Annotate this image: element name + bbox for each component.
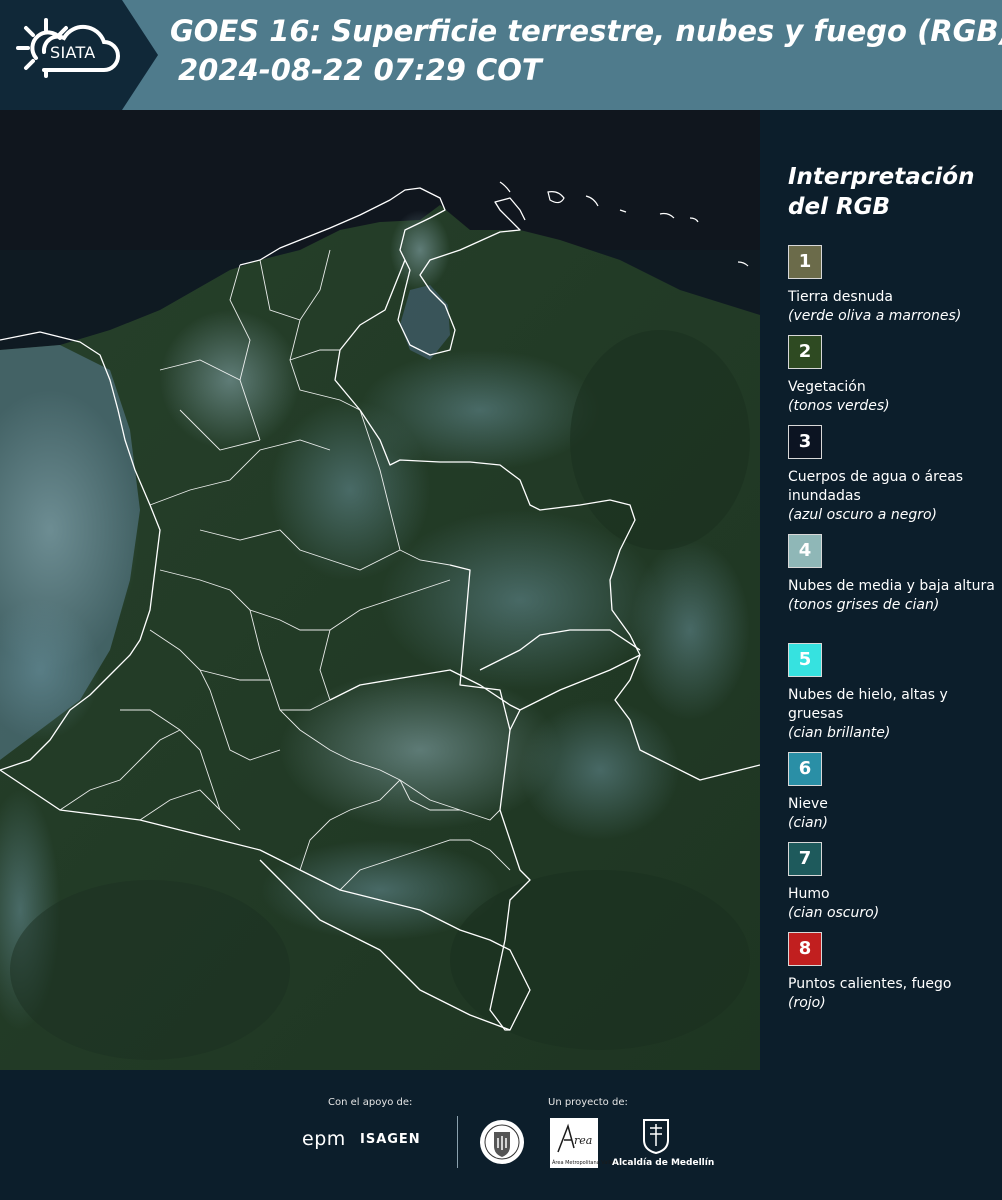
legend-swatch-6: 6	[788, 752, 822, 786]
legend-label-4: Nubes de media y baja altura	[788, 578, 995, 594]
legend-swatch-3: 3	[788, 425, 822, 459]
medellin-seal-icon[interactable]	[478, 1118, 526, 1166]
alcaldia-shield-icon[interactable]	[642, 1118, 670, 1154]
legend-desc-4: (tonos grises de cian)	[788, 597, 940, 613]
legend-desc-5: (cian brillante)	[788, 725, 891, 741]
legend-desc-8: (rojo)	[788, 995, 826, 1011]
legend-label-2: Vegetación	[788, 379, 866, 395]
legend-title-line2: del RGB	[788, 194, 891, 220]
legend-desc-6: (cian)	[788, 815, 828, 831]
project-label: Un proyecto de:	[548, 1097, 628, 1108]
footer-divider	[457, 1116, 458, 1168]
epm-logo[interactable]: epm	[302, 1128, 346, 1150]
satellite-image	[0, 110, 760, 1070]
page-title: GOES 16: Superficie terrestre, nubes y f…	[170, 14, 1002, 48]
legend-item-7: 7 Humo (cian oscuro)	[788, 842, 998, 923]
support-label: Con el apoyo de:	[328, 1097, 413, 1108]
legend-swatch-7: 7	[788, 842, 822, 876]
page-timestamp: 2024-08-22 07:29 COT	[178, 53, 542, 87]
legend-title: Interpretación del RGB	[788, 162, 974, 222]
legend-item-2: 2 Vegetación (tonos verdes)	[788, 335, 998, 416]
isagen-logo[interactable]: ISAGEN	[360, 1132, 421, 1147]
legend-desc-7: (cian oscuro)	[788, 905, 880, 921]
legend-item-4: 4 Nubes de media y baja altura (tonos gr…	[788, 534, 998, 615]
legend-swatch-2: 2	[788, 335, 822, 369]
legend-swatch-5: 5	[788, 643, 822, 677]
alcaldia-medellin-label: Alcaldía de Medellín	[612, 1158, 715, 1168]
legend-label-5: Nubes de hielo, altas y gruesas	[788, 687, 948, 722]
legend-label-8: Puntos calientes, fuego	[788, 976, 952, 992]
legend-label-3: Cuerpos de agua o áreas inundadas	[788, 469, 964, 504]
legend-desc-2: (tonos verdes)	[788, 398, 890, 414]
legend-item-8: 8 Puntos calientes, fuego (rojo)	[788, 932, 998, 1013]
satellite-map[interactable]	[0, 110, 760, 1070]
header-banner: SIATA GOES 16: Superficie terrestre, nub…	[0, 0, 1002, 110]
legend-item-1: 1 Tierra desnuda (verde oliva a marrones…	[788, 245, 998, 326]
svg-text:rea: rea	[574, 1134, 592, 1147]
legend-swatch-8: 8	[788, 932, 822, 966]
area-logo-icon: rea	[557, 1123, 592, 1153]
legend-label-6: Nieve	[788, 796, 828, 812]
legend-item-3: 3 Cuerpos de agua o áreas inundadas (azu…	[788, 425, 998, 525]
legend-label-7: Humo	[788, 886, 830, 902]
legend-title-line1: Interpretación	[788, 164, 975, 190]
legend-swatch-4: 4	[788, 534, 822, 568]
legend-desc-1: (verde oliva a marrones)	[788, 308, 962, 324]
footer-sponsors: Con el apoyo de: Un proyecto de: epm ISA…	[0, 1070, 1002, 1200]
legend-desc-3: (azul oscuro a negro)	[788, 507, 937, 523]
legend-item-5: 5 Nubes de hielo, altas y gruesas (cian …	[788, 643, 998, 743]
legend-item-6: 6 Nieve (cian)	[788, 752, 998, 833]
legend-swatch-1: 1	[788, 245, 822, 279]
legend-panel: Interpretación del RGB 1 Tierra desnuda …	[760, 110, 1002, 1070]
legend-label-1: Tierra desnuda	[788, 289, 893, 305]
siata-logo-text: SIATA	[50, 43, 96, 62]
logo-panel: SIATA	[0, 0, 158, 110]
